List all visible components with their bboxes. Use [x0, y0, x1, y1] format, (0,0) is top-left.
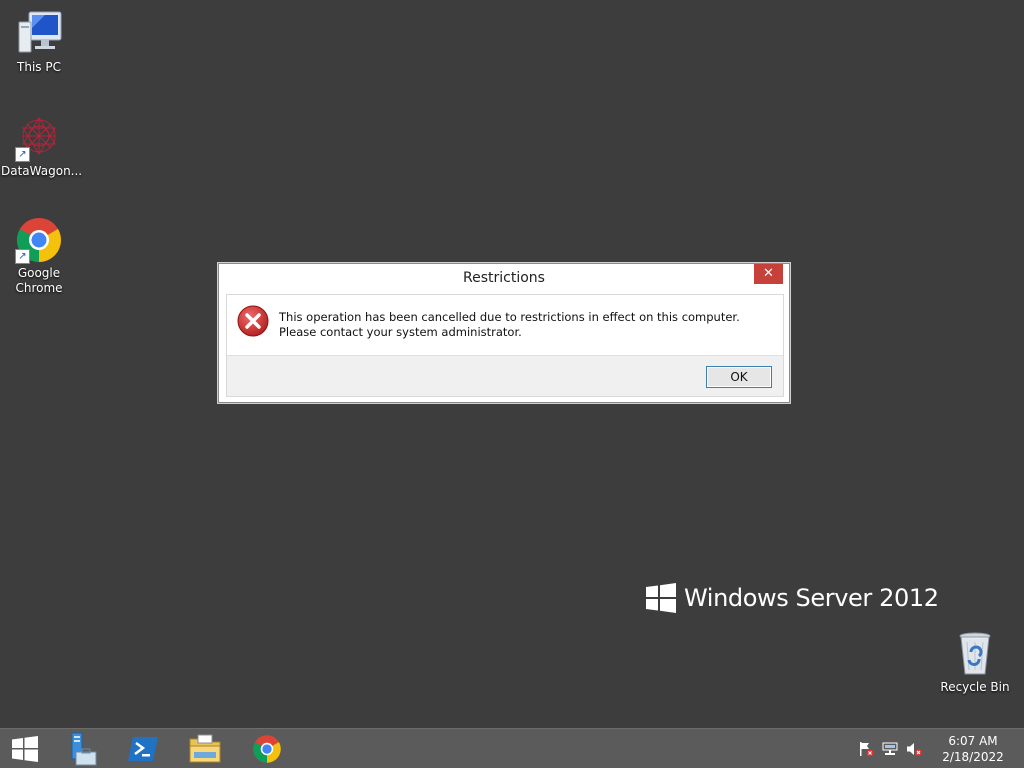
action-center-icon[interactable]: [858, 741, 874, 757]
start-icon: [12, 736, 38, 762]
dialog-body: This operation has been cancelled due to…: [226, 294, 784, 397]
this-pc-icon: [15, 10, 63, 58]
dialog-message: This operation has been cancelled due to…: [279, 310, 740, 339]
taskbar-clock[interactable]: 6:07 AM 2/18/2022: [938, 733, 1008, 765]
shortcut-arrow-icon: ↗: [15, 249, 30, 264]
taskbar-file-explorer[interactable]: [180, 732, 230, 766]
powershell-icon: [128, 737, 158, 761]
desktop-icon-label: Recycle Bin: [940, 680, 1010, 694]
datawagon-icon: ↗: [15, 114, 63, 162]
server-manager-icon: [71, 732, 97, 766]
shortcut-arrow-icon: ↗: [15, 147, 30, 162]
windows-logo-icon: [646, 583, 676, 613]
desktop-icon-this-pc[interactable]: This PC: [1, 10, 77, 75]
message-area: This operation has been cancelled due to…: [227, 295, 783, 355]
recycle-bin-icon: [951, 630, 999, 678]
volume-muted-icon[interactable]: [906, 741, 922, 757]
desktop-icon-label: DataWagon...: [1, 164, 83, 178]
network-icon[interactable]: [882, 741, 898, 757]
taskbar-chrome[interactable]: [242, 732, 292, 766]
system-tray: 6:07 AM 2/18/2022: [854, 729, 1024, 768]
desktop-icon-chrome[interactable]: ↗ Google Chrome: [1, 216, 77, 296]
desktop-icon-label: Google Chrome: [15, 266, 63, 295]
desktop: This PC ↗ DataWagon... ↗ Google Chrome R…: [0, 0, 1024, 728]
taskbar-server-manager[interactable]: [56, 732, 106, 766]
restrictions-dialog: Restrictions ✕ This operation has been c…: [218, 263, 790, 403]
file-explorer-icon: [189, 734, 221, 763]
dialog-button-bar: OK: [227, 355, 783, 396]
taskbar-powershell[interactable]: [118, 732, 168, 766]
desktop-icon-recycle-bin[interactable]: Recycle Bin: [937, 630, 1013, 695]
taskbar: 6:07 AM 2/18/2022: [0, 728, 1024, 768]
error-icon: [237, 305, 269, 337]
dialog-titlebar[interactable]: Restrictions ✕: [219, 264, 789, 294]
clock-date: 2/18/2022: [942, 750, 1004, 764]
ok-button[interactable]: OK: [706, 366, 772, 388]
branding-text: Windows Server 2012: [684, 584, 939, 612]
clock-time: 6:07 AM: [948, 734, 998, 748]
close-button[interactable]: ✕: [754, 264, 783, 284]
windows-server-branding: Windows Server 2012: [646, 583, 939, 613]
chrome-icon: [253, 735, 281, 763]
desktop-icon-datawagon[interactable]: ↗ DataWagon...: [1, 114, 83, 179]
desktop-icon-label: This PC: [17, 60, 61, 74]
start-button[interactable]: [0, 732, 50, 766]
chrome-icon: ↗: [15, 216, 63, 264]
dialog-title: Restrictions: [463, 270, 545, 286]
